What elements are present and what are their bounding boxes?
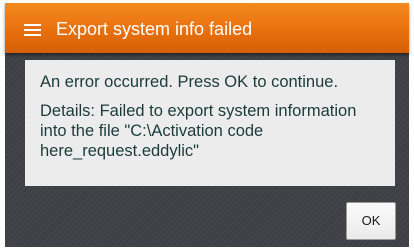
error-dialog: Export system info failed An error occur… [5, 3, 409, 247]
ok-button[interactable]: OK [346, 202, 396, 240]
dialog-title: Export system info failed [56, 19, 253, 39]
dialog-titlebar: Export system info failed [5, 3, 409, 53]
error-message: An error occurred. Press OK to continue. [40, 73, 339, 91]
error-details: Details: Failed to export system informa… [40, 102, 357, 160]
hamburger-menu-icon[interactable] [24, 24, 41, 36]
message-panel: An error occurred. Press OK to continue.… [25, 60, 395, 186]
